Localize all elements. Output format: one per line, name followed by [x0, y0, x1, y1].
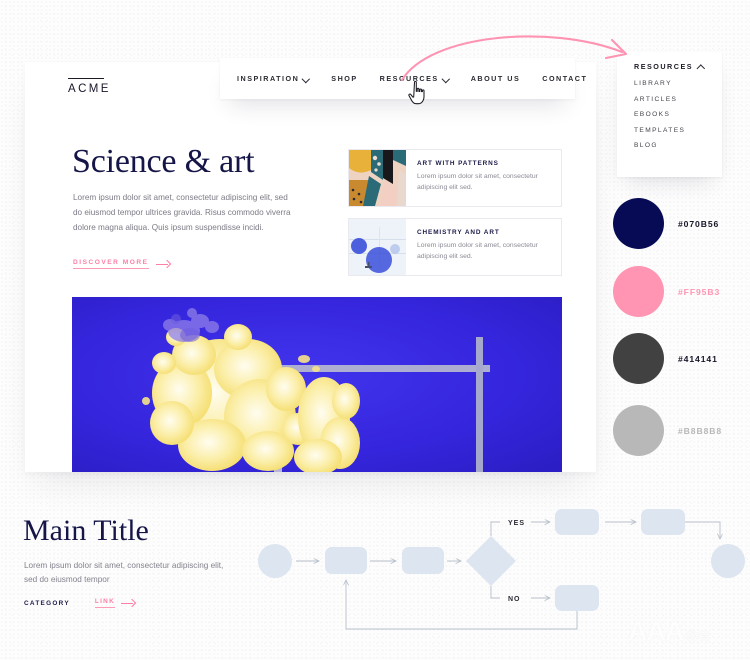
color-swatch[interactable]: #070B56: [613, 198, 719, 249]
color-swatch-label: #B8B8B8: [678, 425, 723, 436]
flow-process-node: [555, 585, 599, 611]
hero-body-text: Lorem ipsum dolor sit amet, consectetur …: [73, 193, 291, 233]
nav-label: SHOP: [331, 74, 358, 83]
chevron-up-icon: [698, 64, 704, 70]
page-canvas: ACME INSPIRATION SHOP RESOURCES ABOUT US…: [0, 0, 750, 660]
blue-circles-thumbnail: [349, 219, 406, 275]
resources-dropdown-panel: RESOURCES LIBRARY ARTICLES EBOOKS TEMPLA…: [617, 52, 722, 177]
dropdown-title: RESOURCES: [634, 62, 694, 71]
color-swatch-label: #414141: [678, 353, 718, 364]
color-swatch[interactable]: #B8B8B8: [613, 405, 722, 456]
nav-item-shop[interactable]: SHOP: [331, 74, 357, 83]
arrow-right-icon: [121, 599, 135, 607]
article-card[interactable]: ART WITH PATTERNS Lorem ipsum dolor sit …: [348, 149, 562, 207]
flow-end-node: [711, 544, 745, 578]
abstract-pattern-thumbnail: [349, 150, 406, 206]
article-card-body: CHEMISTRY AND ART Lorem ipsum dolor sit …: [406, 219, 561, 275]
color-swatch[interactable]: #414141: [613, 333, 718, 384]
dropdown-item-articles[interactable]: ARTICLES: [634, 96, 722, 103]
color-swatch-label: #FF95B3: [678, 286, 721, 297]
meta-row: CATEGORY LINK: [24, 598, 135, 608]
chevron-down-icon: [443, 76, 449, 82]
nav-label: CONTACT: [542, 74, 588, 83]
discover-more-label: DISCOVER MORE: [73, 259, 149, 269]
nav-label: ABOUT US: [470, 74, 521, 83]
category-label: CATEGORY: [24, 599, 70, 607]
brand-logo[interactable]: ACME: [68, 78, 111, 95]
flow-branch-label-no: NO: [508, 596, 521, 603]
color-swatch-dot: [613, 333, 664, 384]
flow-branch-label-yes: YES: [508, 520, 525, 527]
nav-label: INSPIRATION: [237, 74, 300, 83]
logo-text: ACME: [68, 83, 111, 96]
flow-process-node: [402, 547, 444, 574]
nav-item-inspiration[interactable]: INSPIRATION: [237, 74, 309, 83]
page-body-text: Lorem ipsum dolor sit amet, consectetur …: [24, 561, 224, 585]
article-title: CHEMISTRY AND ART: [417, 229, 500, 236]
link-label: LINK: [94, 598, 116, 608]
dropdown-header[interactable]: RESOURCES: [634, 62, 722, 71]
flow-decision-node: [466, 536, 516, 586]
link-button[interactable]: LINK: [94, 598, 135, 608]
dropdown-item-library[interactable]: LIBRARY: [634, 80, 722, 87]
dropdown-item-blog[interactable]: BLOG: [634, 142, 722, 149]
main-navigation: INSPIRATION SHOP RESOURCES ABOUT US CONT…: [220, 58, 586, 99]
flow-process-node: [555, 509, 599, 535]
color-swatch-dot: [613, 405, 664, 456]
pointing-hand-cursor: [408, 80, 425, 105]
dropdown-item-ebooks[interactable]: EBOOKS: [634, 111, 722, 118]
flow-start-node: [258, 544, 292, 578]
hero-image: [72, 297, 562, 472]
color-swatch-dot: [613, 266, 664, 317]
nav-item-contact[interactable]: CONTACT: [542, 74, 587, 83]
article-description: Lorem ipsum dolor sit amet, consectetur …: [417, 173, 538, 191]
flowchart-diagram: YES NO: [250, 495, 750, 635]
color-swatch-label: #070B56: [678, 218, 720, 229]
color-swatch[interactable]: #FF95B3: [613, 266, 720, 317]
chevron-down-icon: [303, 76, 309, 82]
flow-process-node: [325, 547, 367, 574]
flow-process-node: [641, 509, 685, 535]
article-description: Lorem ipsum dolor sit amet, consectetur …: [417, 242, 538, 260]
logo-rule: [68, 78, 104, 80]
color-swatch-dot: [613, 198, 664, 249]
article-title: ART WITH PATTERNS: [417, 160, 499, 167]
dropdown-item-templates[interactable]: TEMPLATES: [634, 127, 722, 134]
hero-title: Science & art: [72, 143, 255, 180]
nav-item-about-us[interactable]: ABOUT US: [471, 74, 521, 83]
article-card-body: ART WITH PATTERNS Lorem ipsum dolor sit …: [406, 150, 561, 206]
article-card[interactable]: CHEMISTRY AND ART Lorem ipsum dolor sit …: [348, 218, 562, 276]
page-title: Main Title: [23, 514, 149, 547]
arrow-right-icon: [155, 260, 170, 268]
discover-more-link[interactable]: DISCOVER MORE: [73, 259, 170, 269]
